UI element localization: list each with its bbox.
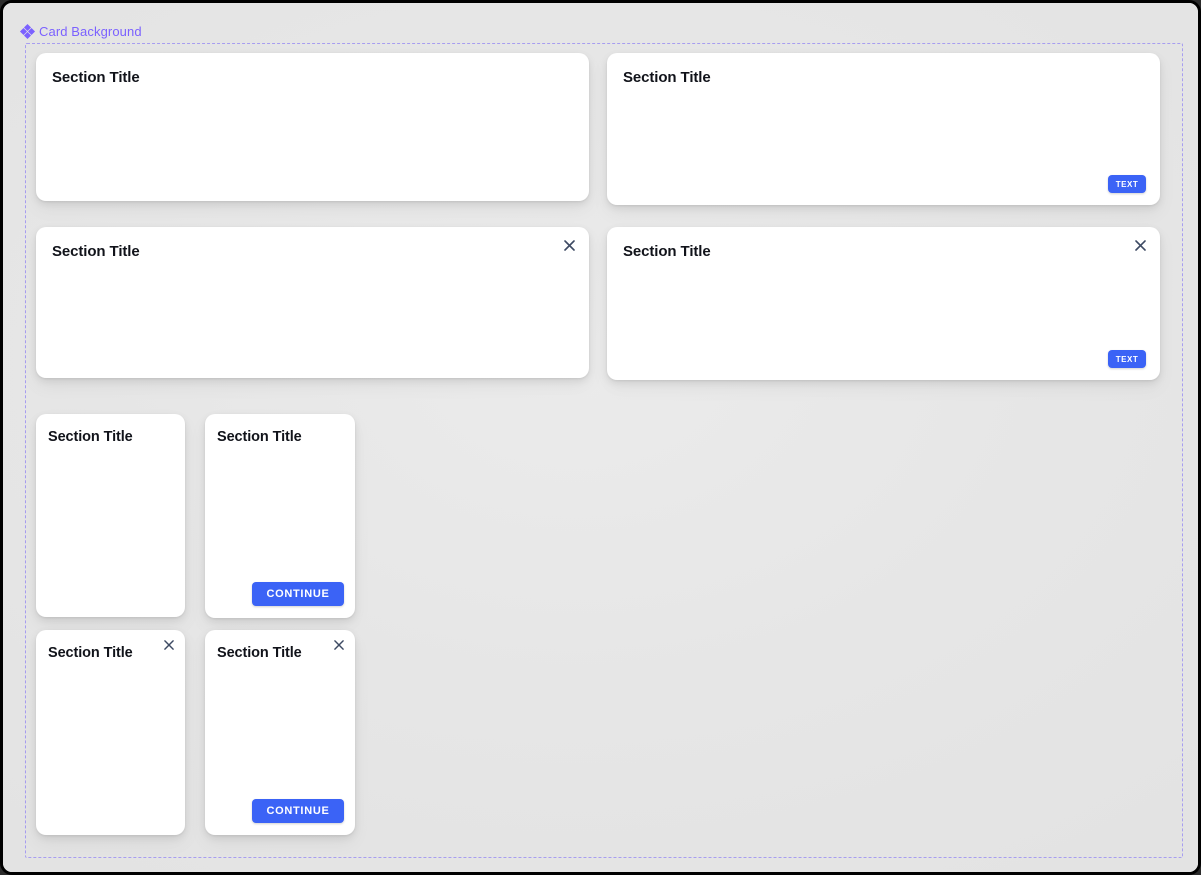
card-title: Section Title bbox=[217, 645, 302, 661]
close-icon[interactable] bbox=[331, 637, 347, 653]
continue-button[interactable]: CONTINUE bbox=[252, 582, 344, 606]
card-title: Section Title bbox=[217, 429, 302, 445]
card-large-1[interactable]: Section Title bbox=[36, 53, 589, 201]
card-small-2[interactable]: Section Title CONTINUE bbox=[205, 414, 355, 618]
frame-label[interactable]: Card Background bbox=[19, 22, 142, 40]
card-large-2[interactable]: Section Title TEXT bbox=[607, 53, 1160, 205]
continue-button[interactable]: CONTINUE bbox=[252, 799, 344, 823]
component-diamond-icon bbox=[19, 23, 35, 39]
close-icon[interactable] bbox=[1132, 237, 1148, 253]
close-icon[interactable] bbox=[561, 237, 577, 253]
card-title: Section Title bbox=[48, 645, 133, 661]
card-title: Section Title bbox=[623, 69, 711, 86]
text-button[interactable]: TEXT bbox=[1108, 350, 1146, 368]
card-large-4[interactable]: Section Title TEXT bbox=[607, 227, 1160, 380]
card-small-1[interactable]: Section Title bbox=[36, 414, 185, 617]
close-icon[interactable] bbox=[161, 637, 177, 653]
card-title: Section Title bbox=[52, 243, 140, 260]
card-title: Section Title bbox=[623, 243, 711, 260]
card-small-3[interactable]: Section Title bbox=[36, 630, 185, 835]
text-button[interactable]: TEXT bbox=[1108, 175, 1146, 193]
card-title: Section Title bbox=[52, 69, 140, 86]
card-small-4[interactable]: Section Title CONTINUE bbox=[205, 630, 355, 835]
app-window-frame: Card Background Section Title Section Ti… bbox=[0, 0, 1201, 875]
card-title: Section Title bbox=[48, 429, 133, 445]
frame-label-text: Card Background bbox=[39, 23, 142, 39]
card-large-3[interactable]: Section Title bbox=[36, 227, 589, 378]
